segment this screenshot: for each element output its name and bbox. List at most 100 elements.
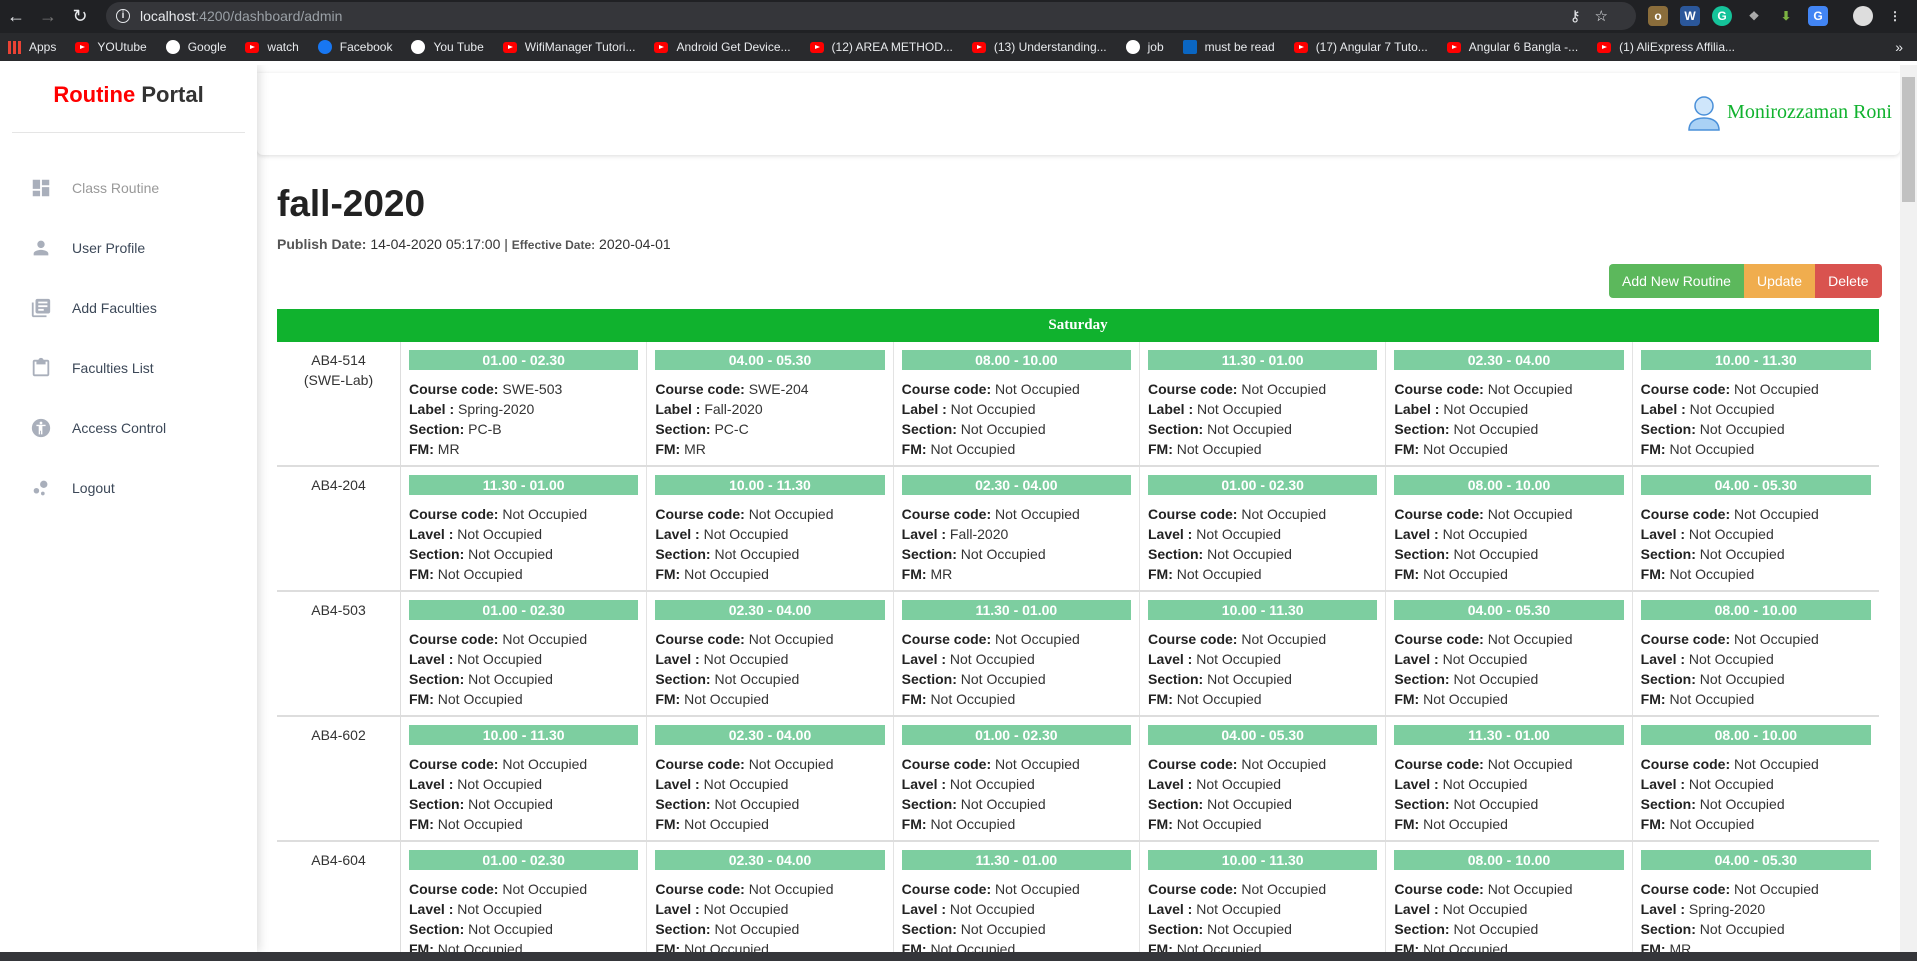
library-books-icon bbox=[31, 298, 51, 318]
slot-cell[interactable]: 08.00 - 10.00 Course code: Not Occupied La… bbox=[894, 342, 1140, 465]
sidebar-item-logout[interactable]: Logout bbox=[0, 458, 257, 518]
profile-avatar[interactable] bbox=[1853, 6, 1873, 26]
translate-icon[interactable]: G bbox=[1808, 6, 1828, 26]
bookmark-item[interactable]: (17) Angular 7 Tuto... bbox=[1293, 40, 1428, 54]
course-label: Course code: bbox=[409, 381, 499, 397]
bookmark-item[interactable]: YOUtube bbox=[75, 40, 147, 54]
slot-cell[interactable]: 11.30 - 01.00 Course code: Not Occupied La… bbox=[894, 842, 1140, 952]
action-buttons: Add New Routine Update Delete bbox=[1609, 264, 1882, 298]
menu-icon[interactable]: ⋮ bbox=[1885, 6, 1905, 26]
fm-line: FM: Not Occupied bbox=[1394, 564, 1623, 584]
update-button[interactable]: Update bbox=[1743, 264, 1816, 298]
slot-cell[interactable]: 11.30 - 01.00 Course code: Not Occupied La… bbox=[1386, 717, 1633, 840]
dashboard-icon bbox=[32, 179, 50, 197]
section-value: Not Occupied bbox=[1453, 921, 1539, 937]
course-label: Course code: bbox=[1640, 756, 1731, 772]
bookmark-item[interactable]: Android Get Device... bbox=[654, 40, 791, 54]
bookmark-item[interactable]: must be read bbox=[1182, 40, 1275, 54]
bookmark-item[interactable]: Facebook bbox=[317, 40, 392, 54]
forward-icon[interactable]: → bbox=[32, 6, 64, 27]
slot-cell[interactable]: 08.00 - 10.00 Course code: Not Occupied La… bbox=[1633, 592, 1879, 715]
info-icon[interactable]: i bbox=[116, 9, 130, 23]
course-value: Not Occupied bbox=[502, 756, 588, 772]
section-value: Not Occupied bbox=[714, 671, 800, 687]
slot-cell[interactable]: 02.30 - 04.00 Course code: Not Occupied La… bbox=[647, 592, 894, 715]
section-label: Section: bbox=[409, 546, 465, 562]
time-slot: 04.00 - 05.30 bbox=[1147, 725, 1378, 745]
sidebar-item-add-faculties[interactable]: Add Faculties bbox=[0, 278, 257, 338]
key-star-icons[interactable]: ⚷☆ bbox=[1570, 7, 1622, 25]
slot-cell[interactable]: 02.30 - 04.00 Course code: Not Occupied La… bbox=[647, 717, 894, 840]
slot-cell[interactable]: 02.30 - 04.00 Course code: Not Occupied La… bbox=[894, 467, 1140, 590]
slot-cell[interactable]: 10.00 - 11.30 Course code: Not Occupied La… bbox=[647, 467, 894, 590]
scrollbar-thumb[interactable] bbox=[1902, 77, 1915, 202]
level-line: Lavel : Not Occupied bbox=[902, 649, 1131, 669]
level-value: Fall-2020 bbox=[704, 401, 763, 417]
fm-label: FM: bbox=[1394, 691, 1420, 707]
scrollbar[interactable] bbox=[1900, 65, 1917, 952]
word-extension-icon[interactable]: W bbox=[1680, 6, 1700, 26]
slot-cell[interactable]: 04.00 - 05.30 Course code: SWE-204 Label :… bbox=[647, 342, 894, 465]
level-line: Lavel : Spring-2020 bbox=[1641, 899, 1871, 919]
back-icon[interactable]: ← bbox=[0, 6, 32, 27]
bookmark-item[interactable]: Apps bbox=[8, 40, 56, 54]
sidebar-item-class-routine[interactable]: Class Routine bbox=[0, 158, 257, 218]
bookmark-item[interactable]: (13) Understanding... bbox=[971, 40, 1107, 54]
slot-cell[interactable]: 08.00 - 10.00 Course code: Not Occupied La… bbox=[1633, 717, 1879, 840]
sidebar-item-faculties-list[interactable]: Faculties List bbox=[0, 338, 257, 398]
address-bar[interactable]: i localhost :4200/dashboard/admin ⚷☆ bbox=[106, 2, 1636, 30]
download-icon[interactable]: ⬇ bbox=[1776, 6, 1796, 26]
level-value: Not Occupied bbox=[950, 401, 1036, 417]
slot-cell[interactable]: 01.00 - 02.30 Course code: Not Occupied La… bbox=[401, 592, 648, 715]
grammarly-icon[interactable]: G bbox=[1712, 6, 1732, 26]
slot-cell[interactable]: 01.00 - 02.30 Course code: Not Occupied La… bbox=[894, 717, 1140, 840]
slot-cell[interactable]: 08.00 - 10.00 Course code: Not Occupied La… bbox=[1386, 467, 1633, 590]
slot-cell[interactable]: 01.00 - 02.30 Course code: SWE-503 Label :… bbox=[401, 342, 648, 465]
extension-icon[interactable]: o bbox=[1648, 6, 1668, 26]
slot-cell[interactable]: 11.30 - 01.00 Course code: Not Occupied La… bbox=[401, 467, 648, 590]
slot-cell[interactable]: 10.00 - 11.30 Course code: Not Occupied La… bbox=[1140, 842, 1387, 952]
bookmark-item[interactable]: You Tube bbox=[411, 40, 484, 54]
user-menu[interactable]: Monirozzaman Roni bbox=[1687, 93, 1892, 131]
section-label: Section: bbox=[1640, 671, 1696, 687]
slot-cell[interactable]: 11.30 - 01.00 Course code: Not Occupied La… bbox=[1140, 342, 1387, 465]
add-new-routine-button[interactable]: Add New Routine bbox=[1609, 264, 1744, 298]
section-value: Not Occupied bbox=[1207, 421, 1292, 437]
fm-line: FM: Not Occupied bbox=[1641, 814, 1871, 834]
bottom-bar bbox=[0, 952, 1917, 961]
bookmark-item[interactable]: Angular 6 Bangla -... bbox=[1446, 40, 1578, 54]
slot-cell[interactable]: 04.00 - 05.30 Course code: Not Occupied La… bbox=[1633, 467, 1879, 590]
bookmark-item[interactable]: job bbox=[1125, 40, 1164, 54]
bookmarks-more[interactable]: » bbox=[1895, 39, 1903, 55]
sidebar-item-access-control[interactable]: Access Control bbox=[0, 398, 257, 458]
bookmark-item[interactable]: (1) AliExpress Affilia... bbox=[1597, 40, 1735, 54]
slot-cell[interactable]: 02.30 - 04.00 Course code: Not Occupied La… bbox=[647, 842, 894, 952]
bookmark-item[interactable]: (12) AREA METHOD... bbox=[809, 40, 953, 54]
slot-cell[interactable]: 04.00 - 05.30 Course code: Not Occupied La… bbox=[1633, 842, 1879, 952]
slot-cell[interactable]: 11.30 - 01.00 Course code: Not Occupied La… bbox=[894, 592, 1140, 715]
dropbox-icon[interactable]: ❖ bbox=[1744, 6, 1764, 26]
slot-cell[interactable]: 04.00 - 05.30 Course code: Not Occupied La… bbox=[1386, 592, 1633, 715]
bookmark-item[interactable]: Google bbox=[165, 40, 226, 54]
slot-cell[interactable]: 10.00 - 11.30 Course code: Not Occupied La… bbox=[1633, 342, 1879, 465]
slot-cell[interactable]: 01.00 - 02.30 Course code: Not Occupied La… bbox=[401, 842, 648, 952]
fm-line: FM: MR bbox=[655, 439, 884, 459]
sidebar-item-user-profile[interactable]: User Profile bbox=[0, 218, 257, 278]
slot-cell[interactable]: 10.00 - 11.30 Course code: Not Occupied La… bbox=[401, 717, 648, 840]
bookmark-item[interactable]: WifiManager Tutori... bbox=[502, 40, 635, 54]
section-value: Not Occupied bbox=[1207, 546, 1292, 562]
section-label: Section: bbox=[1394, 421, 1450, 437]
slot-cell[interactable]: 02.30 - 04.00 Course code: Not Occupied La… bbox=[1386, 342, 1633, 465]
slot-cell[interactable]: 08.00 - 10.00 Course code: Not Occupied La… bbox=[1386, 842, 1633, 952]
time-slot: 10.00 - 11.30 bbox=[409, 725, 639, 745]
reload-icon[interactable]: ↻ bbox=[64, 6, 96, 27]
slot-cell[interactable]: 10.00 - 11.30 Course code: Not Occupied La… bbox=[1140, 592, 1387, 715]
course-value: Not Occupied bbox=[1487, 506, 1573, 522]
bookmark-item[interactable]: watch bbox=[245, 40, 299, 54]
routine-table: Saturday AB4-514 (SWE-Lab) 01.00 - 02.30 C… bbox=[277, 309, 1879, 952]
slot-cell[interactable]: 01.00 - 02.30 Course code: Not Occupied La… bbox=[1140, 467, 1387, 590]
fm-value: Not Occupied bbox=[437, 941, 523, 952]
sidebar-item-label: Logout bbox=[72, 480, 115, 496]
slot-cell[interactable]: 04.00 - 05.30 Course code: Not Occupied La… bbox=[1140, 717, 1387, 840]
delete-button[interactable]: Delete bbox=[1815, 264, 1882, 298]
